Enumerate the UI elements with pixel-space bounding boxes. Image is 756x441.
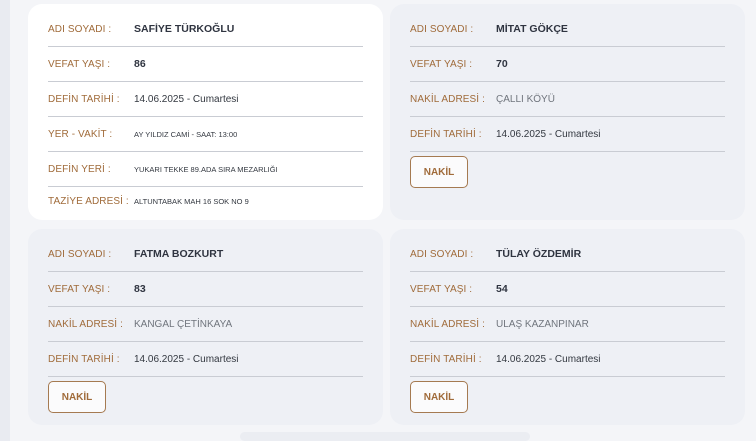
- name-label: ADI SOYADI :: [48, 23, 112, 35]
- place-time-value: AY YILDIZ CAMİ - SAAT: 13:00: [134, 129, 238, 139]
- burial-date-row: DEFİN TARİHİ : 14.06.2025 - Cumartesi: [410, 342, 725, 377]
- burial-date-value: 14.06.2025 - Cumartesi: [496, 353, 601, 365]
- bottom-shadow: [240, 432, 530, 441]
- name-row: ADI SOYADI : FATMA BOZKURT: [48, 237, 363, 272]
- transfer-address-row: NAKİL ADRESİ : KANGAL ÇETİNKAYA: [48, 307, 363, 342]
- name-row: ADI SOYADI : TÜLAY ÖZDEMİR: [410, 237, 725, 272]
- age-value: 70: [496, 58, 508, 70]
- age-value: 54: [496, 283, 508, 295]
- age-row: VEFAT YAŞI : 54: [410, 272, 725, 307]
- age-row: VEFAT YAŞI : 83: [48, 272, 363, 307]
- left-edge-strip: [0, 0, 10, 441]
- name-label: ADI SOYADI :: [410, 248, 474, 260]
- transfer-address-label: NAKİL ADRESİ :: [410, 318, 485, 330]
- age-row: VEFAT YAŞI : 86: [48, 47, 363, 82]
- transfer-address-row: NAKİL ADRESİ : ULAŞ KAZANPINAR: [410, 307, 725, 342]
- name-value: SAFİYE TÜRKOĞLU: [134, 23, 235, 35]
- obituary-card-mitat-gokce: ADI SOYADI : MİTAT GÖKÇE VEFAT YAŞI : 70…: [390, 4, 745, 220]
- burial-place-value: YUKARI TEKKE 89.ADA SIRA MEZARLIĞI: [134, 164, 278, 174]
- burial-date-row: DEFİN TARİHİ : 14.06.2025 - Cumartesi: [48, 342, 363, 377]
- age-value: 83: [134, 283, 146, 295]
- burial-date-row: DEFİN TARİHİ : 14.06.2025 - Cumartesi: [410, 117, 725, 152]
- burial-date-value: 14.06.2025 - Cumartesi: [134, 353, 239, 365]
- condolence-address-row: TAZİYE ADRESİ : ALTUNTABAK MAH 16 SOK NO…: [48, 187, 363, 215]
- transfer-button[interactable]: NAKİL: [410, 156, 468, 188]
- condolence-address-value: ALTUNTABAK MAH 16 SOK NO 9: [134, 196, 249, 206]
- burial-date-value: 14.06.2025 - Cumartesi: [496, 128, 601, 140]
- burial-date-label: DEFİN TARİHİ :: [48, 93, 120, 105]
- name-value: TÜLAY ÖZDEMİR: [496, 248, 582, 260]
- age-label: VEFAT YAŞI :: [410, 283, 473, 295]
- age-label: VEFAT YAŞI :: [48, 58, 111, 70]
- obituary-card-tulay-ozdemir: ADI SOYADI : TÜLAY ÖZDEMİR VEFAT YAŞI : …: [390, 229, 745, 425]
- burial-date-label: DEFİN TARİHİ :: [410, 353, 482, 365]
- burial-date-row: DEFİN TARİHİ : 14.06.2025 - Cumartesi: [48, 82, 363, 117]
- name-row: ADI SOYADI : MİTAT GÖKÇE: [410, 12, 725, 47]
- name-row: ADI SOYADI : SAFİYE TÜRKOĞLU: [48, 12, 363, 47]
- burial-date-label: DEFİN TARİHİ :: [48, 353, 120, 365]
- age-label: VEFAT YAŞI :: [410, 58, 473, 70]
- burial-date-value: 14.06.2025 - Cumartesi: [134, 93, 239, 105]
- obituary-card-fatma-bozkurt: ADI SOYADI : FATMA BOZKURT VEFAT YAŞI : …: [28, 229, 383, 425]
- name-label: ADI SOYADI :: [410, 23, 474, 35]
- condolence-address-label: TAZİYE ADRESİ :: [48, 195, 129, 207]
- age-label: VEFAT YAŞI :: [48, 283, 111, 295]
- transfer-button[interactable]: NAKİL: [48, 381, 106, 413]
- transfer-address-value: ULAŞ KAZANPINAR: [496, 318, 589, 330]
- transfer-address-value: ÇALLI KÖYÜ: [496, 93, 555, 105]
- obituary-card-safiye-turkoglu: ADI SOYADI : SAFİYE TÜRKOĞLU VEFAT YAŞI …: [28, 4, 383, 220]
- transfer-address-row: NAKİL ADRESİ : ÇALLI KÖYÜ: [410, 82, 725, 117]
- burial-place-row: DEFİN YERİ : YUKARI TEKKE 89.ADA SIRA ME…: [48, 152, 363, 187]
- name-label: ADI SOYADI :: [48, 248, 112, 260]
- place-time-row: YER - VAKİT : AY YILDIZ CAMİ - SAAT: 13:…: [48, 117, 363, 152]
- transfer-button[interactable]: NAKİL: [410, 381, 468, 413]
- name-value: MİTAT GÖKÇE: [496, 23, 568, 35]
- name-value: FATMA BOZKURT: [134, 248, 224, 260]
- age-value: 86: [134, 58, 146, 70]
- transfer-address-value: KANGAL ÇETİNKAYA: [134, 318, 233, 330]
- age-row: VEFAT YAŞI : 70: [410, 47, 725, 82]
- burial-date-label: DEFİN TARİHİ :: [410, 128, 482, 140]
- transfer-address-label: NAKİL ADRESİ :: [410, 93, 485, 105]
- burial-place-label: DEFİN YERİ :: [48, 163, 111, 175]
- place-time-label: YER - VAKİT :: [48, 128, 113, 140]
- transfer-address-label: NAKİL ADRESİ :: [48, 318, 123, 330]
